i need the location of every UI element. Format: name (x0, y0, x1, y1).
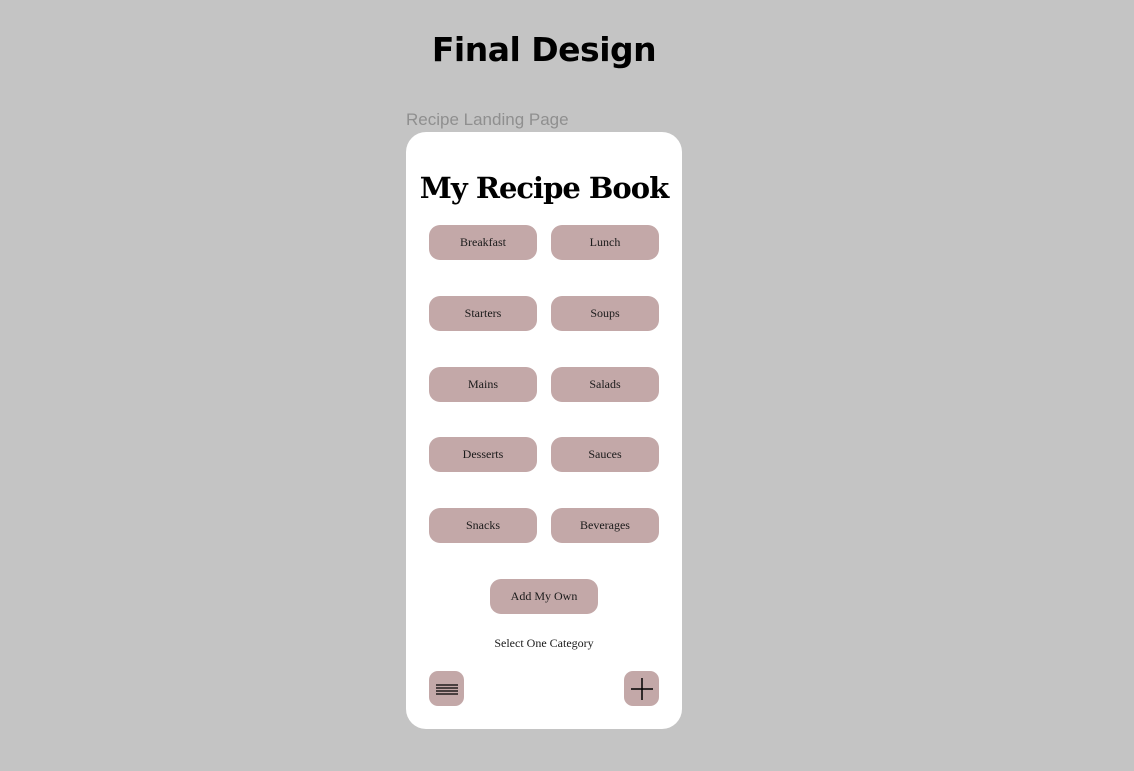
category-desserts-button[interactable]: Desserts (429, 437, 537, 472)
category-salads-button[interactable]: Salads (551, 367, 659, 402)
category-lunch-button[interactable]: Lunch (551, 225, 659, 260)
category-starters-button[interactable]: Starters (429, 296, 537, 331)
category-beverages-button[interactable]: Beverages (551, 508, 659, 543)
category-soups-button[interactable]: Soups (551, 296, 659, 331)
select-category-hint: Select One Category (494, 636, 594, 650)
add-button[interactable] (624, 671, 659, 706)
category-snacks-button[interactable]: Snacks (429, 508, 537, 543)
page-heading: Final Design (431, 30, 657, 69)
phone-screen: My Recipe Book Breakfast Lunch Starters … (406, 132, 682, 729)
category-sauces-button[interactable]: Sauces (551, 437, 659, 472)
add-my-own-button[interactable]: Add My Own (490, 579, 598, 614)
category-breakfast-button[interactable]: Breakfast (429, 225, 537, 260)
menu-button[interactable] (429, 671, 464, 706)
plus-icon (630, 677, 653, 700)
category-mains-button[interactable]: Mains (429, 367, 537, 402)
hamburger-menu-icon (435, 683, 458, 695)
frame-label: Recipe Landing Page (406, 110, 569, 129)
app-title: My Recipe Book (419, 171, 669, 205)
